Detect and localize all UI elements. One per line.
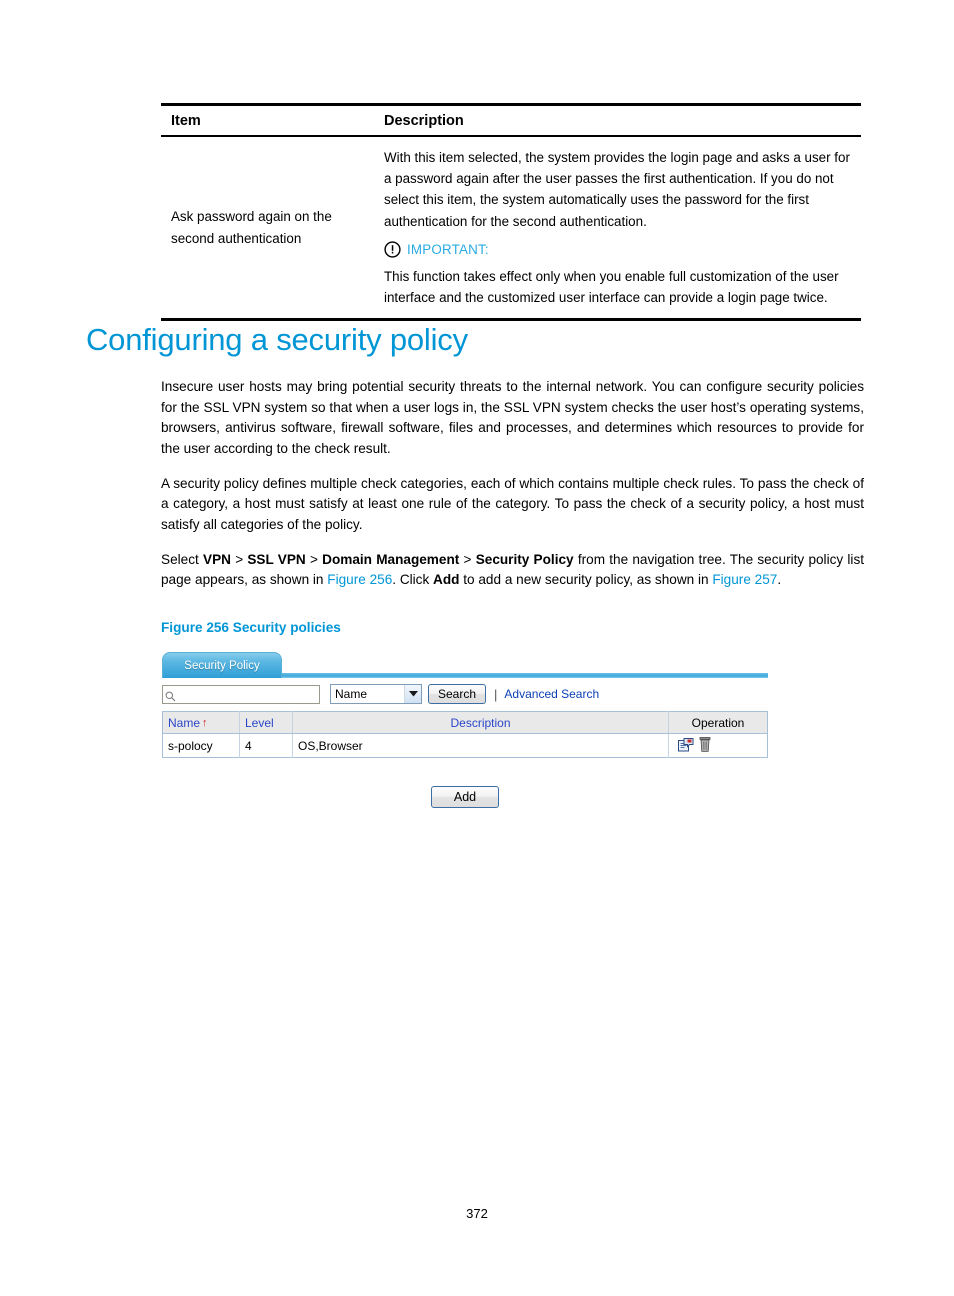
add-keyword: Add [433,572,460,588]
search-input[interactable] [178,685,320,705]
nav-sep-2: > [305,551,323,567]
search-field-wrapper[interactable] [162,684,320,705]
cell-operations [668,733,768,758]
tab-security-policy[interactable]: Security Policy [162,652,282,678]
table-row: Ask password again on the second authent… [161,136,861,322]
body-paragraph-3: Select VPN > SSL VPN > Domain Management… [161,550,864,591]
nav-step-vpn: VPN [203,551,231,567]
toolbar-divider: | [494,686,498,702]
data-table-header-row: Name ↑ Level Description Operation [162,711,768,734]
body-paragraph-2: A security policy defines multiple check… [161,475,864,532]
search-field-select[interactable]: Name [330,684,422,704]
add-button-row: Add [162,786,768,808]
exclamation-circle-icon [384,241,401,258]
figure-caption: Figure 256 Security policies [161,620,341,635]
search-field-select-value: Name [335,687,368,701]
page-title: Configuring a security policy [86,322,468,357]
cell-policy-name: s-polocy [162,733,240,758]
figure-256-crossref[interactable]: Figure 256 [327,572,392,587]
column-header-description[interactable]: Description [292,711,669,734]
table-header-row: Item Description [161,104,861,137]
column-header-name-label: Name [168,715,201,730]
description-paragraph: With this item selected, the system prov… [384,150,850,229]
cell-policy-description: OS,Browser [292,733,669,758]
important-label: IMPORTANT: [407,241,489,257]
nav-sep-1: > [230,551,248,567]
cell-description: With this item selected, the system prov… [374,136,861,322]
nav-tail-2: . Click [392,572,434,588]
add-button[interactable]: Add [430,786,500,808]
column-header-operation: Operation [668,711,768,734]
important-note-text: This function takes effect only when you… [384,268,839,306]
search-button[interactable]: Search [428,684,487,704]
advanced-search-link[interactable]: Advanced Search [504,687,599,701]
table-row: s-polocy 4 OS,Browser [162,733,768,758]
edit-icon[interactable] [678,737,694,755]
nav-tail-3: to add a new security policy, as shown i… [459,572,713,588]
item-description-table: Item Description Ask password again on t… [161,103,861,322]
chevron-down-icon[interactable] [404,685,421,703]
nav-instruction-text: Select [161,551,204,567]
column-header-level[interactable]: Level [239,711,293,734]
delete-icon[interactable] [699,736,711,755]
nav-step-security-policy: Security Policy [475,551,574,567]
sort-ascending-icon: ↑ [202,717,208,730]
important-note-header: IMPORTANT: [384,239,859,260]
cell-item-label: Ask password again on the second authent… [161,136,374,322]
security-policy-table: Name ↑ Level Description Operation s-polo… [162,711,768,758]
nav-step-domain-management: Domain Management [322,551,460,567]
search-icon [165,689,176,701]
security-policy-screenshot: Security Policy Name Search | Advanced S… [162,650,768,808]
nav-step-ssl-vpn: SSL VPN [247,551,306,567]
cell-policy-level: 4 [239,733,293,758]
operation-icon-group [678,736,762,755]
tab-bar: Security Policy [162,650,768,678]
page-number: 372 [466,1206,488,1221]
column-header-name[interactable]: Name ↑ [162,711,240,734]
search-toolbar: Name Search | Advanced Search [162,682,768,706]
figure-257-crossref[interactable]: Figure 257 [712,572,777,587]
column-header-item: Item [161,104,374,137]
body-paragraph-1: Insecure user hosts may bring potential … [161,379,864,456]
column-header-description: Description [374,104,861,137]
body-content: Insecure user hosts may bring potential … [161,377,864,605]
nav-tail-4: . [777,572,782,588]
nav-sep-3: > [459,551,476,567]
